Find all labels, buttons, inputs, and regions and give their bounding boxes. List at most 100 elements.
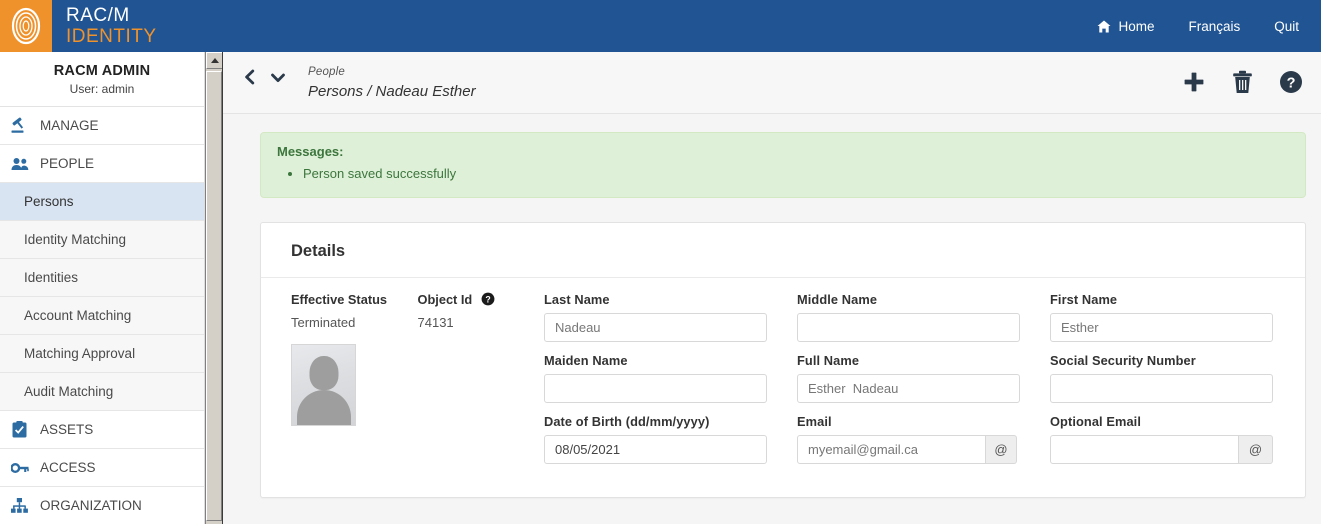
field-optional-email-label: Optional Email <box>1050 413 1141 429</box>
avatar-head <box>309 355 338 390</box>
email-input-group: @ <box>797 434 1017 464</box>
details-form: Last Name Middle Name First Name <box>261 278 1305 475</box>
object-id-label: Object Id <box>417 291 473 307</box>
avatar <box>291 343 356 426</box>
field-middle-name: Middle Name <box>797 292 1050 353</box>
sidebar-group-manage[interactable]: MANAGE <box>0 107 204 145</box>
scrollbar-up-button[interactable] <box>206 52 223 69</box>
sidebar-item-audit-matching[interactable]: Audit Matching <box>0 373 204 411</box>
optional-email-input-group: @ <box>1050 434 1273 464</box>
top-header-bar: RAC/M IDENTITY Home Français Quit <box>0 0 1321 52</box>
chevron-up-icon <box>210 58 219 63</box>
sidebar-group-assets[interactable]: ASSETS <box>0 411 204 449</box>
details-card-header: Details <box>261 223 1305 278</box>
breadcrumb-path: Persons / Nadeau Esther <box>308 83 476 100</box>
field-email: Email @ <box>797 414 1050 475</box>
help-circle-icon[interactable]: ? <box>1279 70 1303 94</box>
trash-icon[interactable] <box>1232 70 1253 94</box>
nav-francais-label: Français <box>1188 18 1241 34</box>
field-dob-label: Date of Birth (dd/mm/yyyy) <box>544 413 710 429</box>
email-input[interactable] <box>797 434 986 464</box>
page-title: Details <box>291 241 346 260</box>
plus-icon[interactable] <box>1182 70 1206 94</box>
object-id-block: Object Id ? 74131 <box>418 292 545 330</box>
full-name-input[interactable] <box>797 373 1020 403</box>
status-column: Effective Status Terminated Object Id ? <box>291 292 544 475</box>
field-first-name-label: First Name <box>1050 291 1118 307</box>
last-name-input[interactable] <box>544 312 767 342</box>
sidebar-item-identity-matching[interactable]: Identity Matching <box>0 221 204 259</box>
nav-francais[interactable]: Français <box>1188 19 1240 34</box>
brand-name: RAC/M IDENTITY <box>66 6 157 46</box>
first-name-input[interactable] <box>1050 312 1273 342</box>
maiden-name-input[interactable] <box>544 373 767 403</box>
sidebar-item-identity-matching-label: Identity Matching <box>24 232 127 247</box>
effective-status-label: Effective Status <box>291 291 388 307</box>
social-security-number-input[interactable] <box>1050 373 1273 403</box>
object-id-value: 74131 <box>417 314 454 330</box>
sidebar-item-identities-label: Identities <box>24 270 79 285</box>
field-email-label: Email <box>797 413 832 429</box>
messages-alert: Messages: Person saved successfully <box>260 132 1306 198</box>
email-at-button[interactable]: @ <box>986 434 1017 464</box>
svg-text:?: ? <box>1287 76 1296 92</box>
effective-status-value: Terminated <box>291 314 356 330</box>
sidebar-group-access[interactable]: ACCESS <box>0 449 204 487</box>
people-icon <box>10 157 29 171</box>
application-window: RAC/M IDENTITY Home Français Quit RACM A… <box>0 0 1321 524</box>
field-last-name-label: Last Name <box>544 291 610 307</box>
date-of-birth-input[interactable] <box>544 434 767 464</box>
sidebar-item-identities[interactable]: Identities <box>0 259 204 297</box>
field-full-name-label: Full Name <box>797 352 860 368</box>
field-date-of-birth: Date of Birth (dd/mm/yyyy) <box>544 414 797 475</box>
object-id-label-wrap: Object Id ? <box>418 292 545 307</box>
sidebar-group-people-label: PEOPLE <box>40 156 95 171</box>
sidebar-group-organization[interactable]: ORGANIZATION <box>0 487 204 524</box>
field-first-name: First Name <box>1050 292 1306 353</box>
brand-line-1: RAC/M <box>66 5 130 26</box>
status-row: Effective Status Terminated Object Id ? <box>291 292 544 330</box>
top-navigation: Home Français Quit <box>1097 0 1321 52</box>
clipboard-check-icon <box>10 421 29 438</box>
field-social-security-number: Social Security Number <box>1050 353 1306 414</box>
breadcrumb-nav-controls <box>243 66 286 85</box>
sidebar-navigation: RACM ADMIN User: admin MANAGE PEOPLE Per… <box>0 52 205 524</box>
chevron-down-icon[interactable] <box>270 71 286 84</box>
user-info-block: RACM ADMIN User: admin <box>0 52 204 107</box>
brand-logo[interactable] <box>0 0 52 52</box>
sidebar-item-persons-label: Persons <box>24 194 74 209</box>
fingerprint-icon <box>11 7 41 45</box>
sidebar-item-persons[interactable]: Persons <box>0 183 204 221</box>
sidebar-item-matching-approval[interactable]: Matching Approval <box>0 335 204 373</box>
sidebar-item-account-matching-label: Account Matching <box>24 308 132 323</box>
sidebar-scrollbar[interactable] <box>205 52 224 524</box>
middle-name-input[interactable] <box>797 312 1020 342</box>
svg-text:?: ? <box>486 294 491 304</box>
nav-quit-label: Quit <box>1274 18 1299 34</box>
sidebar-group-manage-label: MANAGE <box>40 118 99 133</box>
sidebar-item-account-matching[interactable]: Account Matching <box>0 297 204 335</box>
sidebar-group-assets-label: ASSETS <box>40 422 94 437</box>
details-card: Details Last Name Middle Name First Name <box>260 221 1306 498</box>
breadcrumb-section: People <box>308 66 346 78</box>
nav-home[interactable]: Home <box>1097 19 1154 34</box>
chevron-left-icon[interactable] <box>243 69 256 85</box>
list-item: Person saved successfully <box>303 164 1289 184</box>
scrollbar-thumb[interactable] <box>206 71 222 521</box>
page-action-toolbar: ? <box>1182 66 1303 94</box>
breadcrumb-bar: People Persons / Nadeau Esther ? <box>223 52 1321 114</box>
sitemap-icon <box>10 498 29 513</box>
field-middle-name-label: Middle Name <box>797 291 878 307</box>
breadcrumb: People Persons / Nadeau Esther <box>308 66 476 100</box>
sidebar-item-audit-matching-label: Audit Matching <box>24 384 114 399</box>
field-full-name: Full Name <box>797 353 1050 414</box>
optional-email-at-button[interactable]: @ <box>1239 434 1273 464</box>
key-icon <box>10 462 29 474</box>
avatar-body <box>296 389 351 425</box>
optional-email-input[interactable] <box>1050 434 1239 464</box>
sidebar-group-people[interactable]: PEOPLE <box>0 145 204 183</box>
user-login-name: User: admin <box>69 82 135 96</box>
nav-quit[interactable]: Quit <box>1274 19 1299 34</box>
help-circle-icon[interactable]: ? <box>481 292 495 306</box>
user-display-name: RACM ADMIN <box>53 63 151 79</box>
